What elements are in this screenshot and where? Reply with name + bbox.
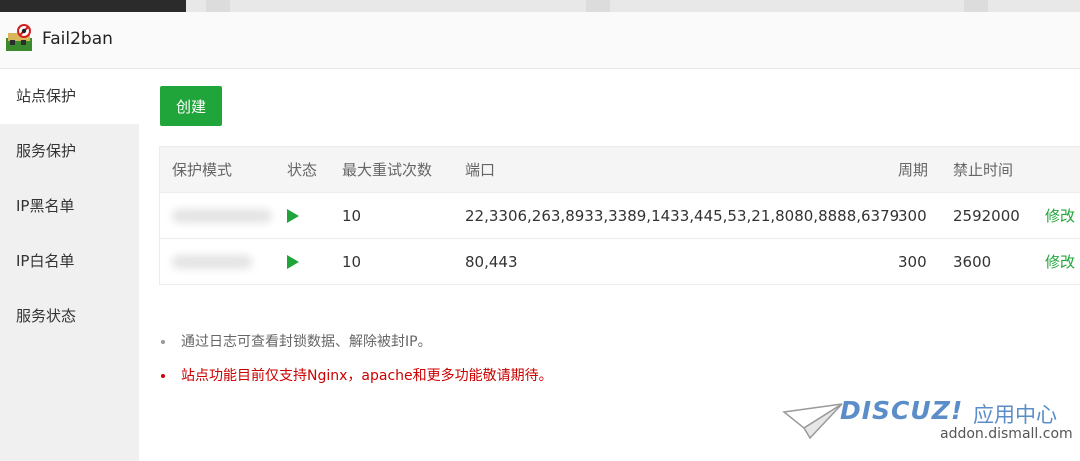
max-retry-cell: 10 (342, 253, 362, 271)
edit-link[interactable]: 修改 (1045, 193, 1075, 239)
title-bar: Fail2ban (0, 12, 1080, 69)
status-cell (287, 239, 299, 287)
sidebar-item-site-protection[interactable]: 站点保护 (0, 69, 139, 124)
note-log-hint: 通过日志可查看封锁数据、解除被封IP。 (159, 331, 553, 365)
ports-cell: 22,3306,263,8933,3389,1433,445,53,21,808… (465, 207, 900, 225)
watermark-brand: DISCUZ! (840, 396, 964, 425)
period-cell: 300 (898, 207, 927, 225)
header-period: 周期 (898, 161, 929, 179)
table-row: 10 22,3306,263,8933,3389,1433,445,53,21,… (160, 193, 1080, 239)
paper-plane-icon (782, 403, 843, 440)
header-ports: 端口 (465, 161, 496, 179)
period-cell: 300 (898, 253, 927, 271)
sidebar-item-ip-whitelist[interactable]: IP白名单 (0, 234, 139, 289)
note-support-warning: 站点功能目前仅支持Nginx，apache和更多功能敬请期待。 (159, 365, 553, 399)
rules-table: 保护模式 状态 最大重试次数 端口 周期 禁止时间 10 22,3306,263… (159, 146, 1080, 285)
sidebar: 站点保护 服务保护 IP黑名单 IP白名单 服务状态 (0, 69, 139, 461)
status-cell (287, 193, 299, 241)
top-strip-segment (206, 0, 230, 12)
header-status: 状态 (287, 161, 318, 179)
app-title: Fail2ban (42, 29, 113, 49)
redacted-text (172, 255, 252, 269)
top-strip-segment (586, 0, 610, 12)
top-strip-dark (0, 0, 186, 12)
sidebar-item-ip-blacklist[interactable]: IP黑名单 (0, 179, 139, 234)
play-icon[interactable] (287, 209, 299, 223)
watermark-cn: 应用中心 (973, 403, 1057, 427)
ports-cell: 80,443 (465, 253, 518, 271)
table-row: 10 80,443 300 3600 修改 (160, 239, 1080, 285)
redacted-text (172, 209, 272, 223)
max-retry-cell: 10 (342, 207, 362, 225)
ban-time-cell: 2592000 (953, 207, 1020, 225)
header-mode: 保护模式 (172, 161, 233, 179)
help-notes: 通过日志可查看封锁数据、解除被封IP。 站点功能目前仅支持Nginx，apach… (159, 331, 553, 399)
top-strip-segment (964, 0, 988, 12)
watermark: DISCUZ! 应用中心 addon.dismall.com (782, 396, 1073, 444)
ban-time-cell: 3600 (953, 253, 992, 271)
sidebar-item-service-protection[interactable]: 服务保护 (0, 124, 139, 179)
table-header: 保护模式 状态 最大重试次数 端口 周期 禁止时间 (160, 147, 1080, 193)
watermark-url: addon.dismall.com (940, 426, 1073, 442)
top-strip (0, 0, 1080, 12)
row-mode-redacted (172, 193, 272, 241)
sidebar-item-service-status[interactable]: 服务状态 (0, 289, 139, 344)
row-mode-redacted (172, 239, 252, 287)
header-ban-time: 禁止时间 (953, 161, 1014, 179)
header-max-retry: 最大重试次数 (342, 161, 433, 179)
play-icon[interactable] (287, 255, 299, 269)
create-button[interactable]: 创建 (160, 86, 222, 126)
edit-link[interactable]: 修改 (1045, 239, 1075, 285)
fail2ban-app-icon (6, 24, 32, 51)
